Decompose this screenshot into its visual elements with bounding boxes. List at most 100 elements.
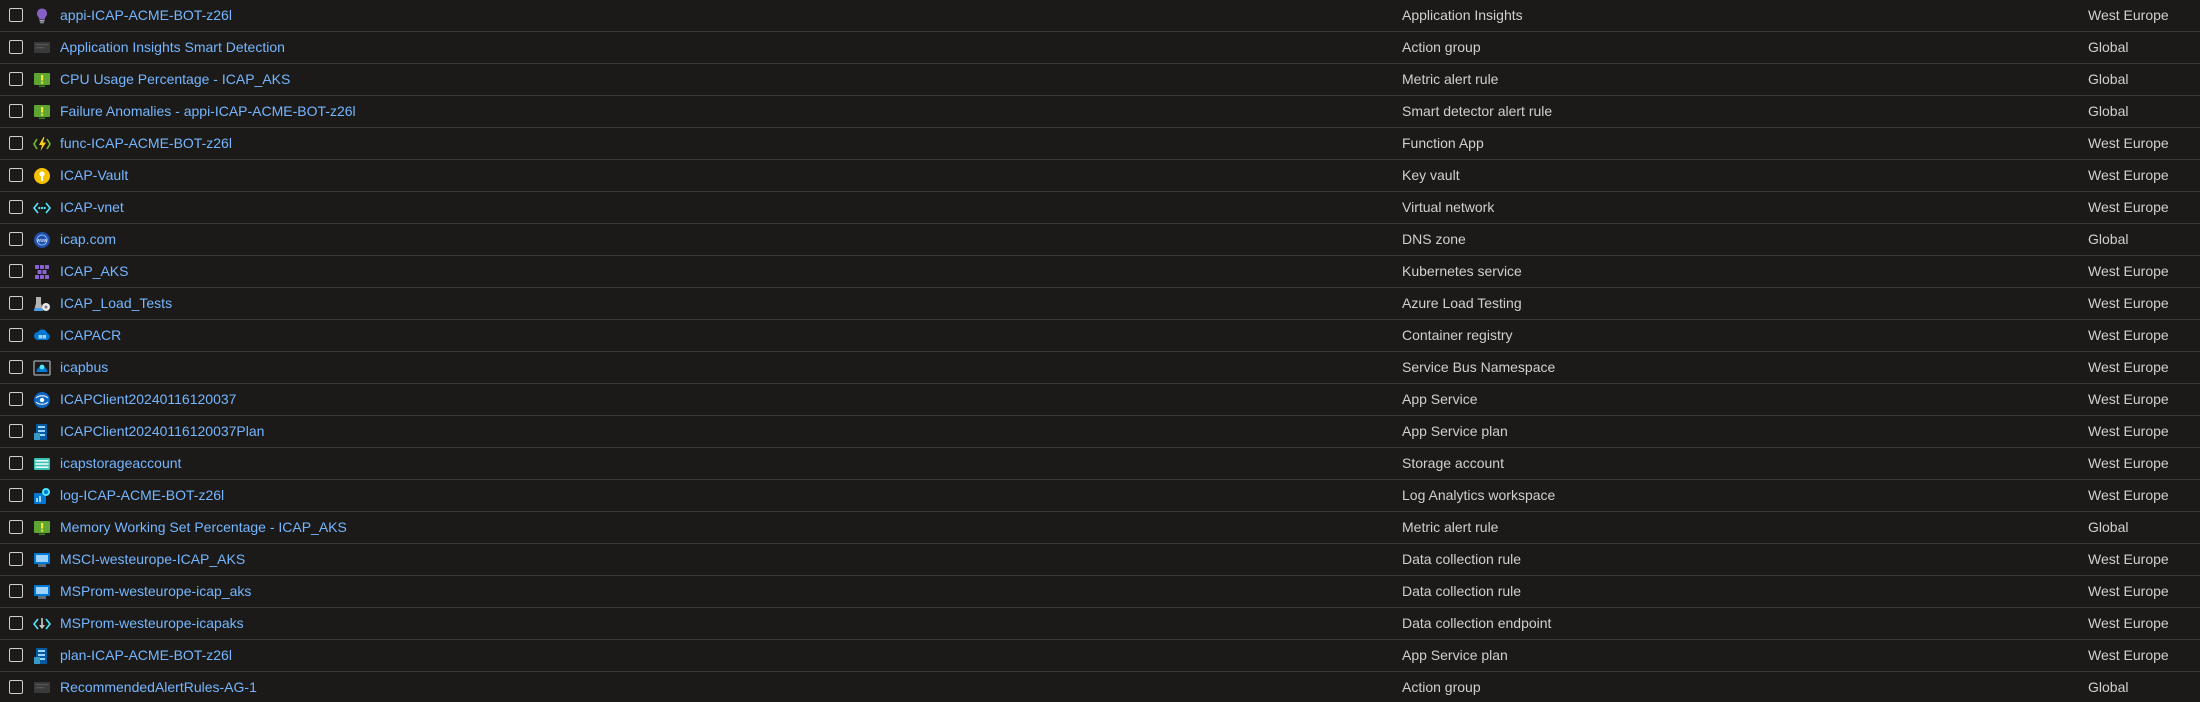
table-row[interactable]: ICAP-vnet Virtual network West Europe <box>0 192 2200 224</box>
resource-location: West Europe <box>2088 7 2169 23</box>
table-row[interactable]: icapbus Service Bus Namespace West Europe <box>0 352 2200 384</box>
table-row[interactable]: ICAPClient20240116120037 App Service West … <box>0 384 2200 416</box>
resource-location: West Europe <box>2088 455 2169 471</box>
row-select-checkbox[interactable] <box>9 8 23 22</box>
resource-location: West Europe <box>2088 135 2169 151</box>
resource-name-link[interactable]: ICAPClient20240116120037Plan <box>60 423 264 439</box>
resource-location: West Europe <box>2088 359 2169 375</box>
resource-name-link[interactable]: appi-ICAP-ACME-BOT-z26l <box>60 7 232 23</box>
resource-name-link[interactable]: plan-ICAP-ACME-BOT-z26l <box>60 647 232 663</box>
row-select-checkbox[interactable] <box>9 168 23 182</box>
resource-type: DNS zone <box>1402 231 1466 247</box>
resource-type: Storage account <box>1402 455 1504 471</box>
table-row[interactable]: MSProm-westeurope-icapaks Data collection… <box>0 608 2200 640</box>
resource-type: Function App <box>1402 135 1484 151</box>
resource-type: App Service plan <box>1402 423 1508 439</box>
row-select-checkbox[interactable] <box>9 488 23 502</box>
resource-name-link[interactable]: Application Insights Smart Detection <box>60 39 285 55</box>
table-row[interactable]: ICAP-Vault Key vault West Europe <box>0 160 2200 192</box>
row-select-checkbox[interactable] <box>9 72 23 86</box>
table-row[interactable]: appi-ICAP-ACME-BOT-z26l Application Insig… <box>0 0 2200 32</box>
resource-type: Data collection rule <box>1402 583 1522 599</box>
table-row[interactable]: MSCI-westeurope-ICAP_AKS Data collection … <box>0 544 2200 576</box>
service-bus-icon <box>33 359 51 377</box>
row-select-checkbox[interactable] <box>9 456 23 470</box>
row-select-checkbox[interactable] <box>9 264 23 278</box>
application-insights-icon <box>33 7 51 25</box>
resource-type: Kubernetes service <box>1402 263 1522 279</box>
table-row[interactable]: Failure Anomalies - appi-ICAP-ACME-BOT-z… <box>0 96 2200 128</box>
resource-location: West Europe <box>2088 167 2169 183</box>
table-row[interactable]: www icap.com DNS zone Global <box>0 224 2200 256</box>
resource-type: Smart detector alert rule <box>1402 103 1553 119</box>
row-select-checkbox[interactable] <box>9 40 23 54</box>
table-row[interactable]: icapstorageaccount Storage account West Eu… <box>0 448 2200 480</box>
table-row[interactable]: func-ICAP-ACME-BOT-z26l Function App West … <box>0 128 2200 160</box>
row-select-checkbox[interactable] <box>9 648 23 662</box>
row-select-checkbox[interactable] <box>9 296 23 310</box>
row-select-checkbox[interactable] <box>9 200 23 214</box>
key-vault-icon <box>33 167 51 185</box>
row-select-checkbox[interactable] <box>9 680 23 694</box>
app-service-plan-icon <box>33 647 51 665</box>
resource-type: Application Insights <box>1402 7 1523 23</box>
data-collection-endpoint-icon <box>32 615 52 633</box>
table-row[interactable]: ICAPClient20240116120037Plan App Service … <box>0 416 2200 448</box>
resource-location: Global <box>2088 519 2129 535</box>
resource-name-link[interactable]: icapbus <box>60 359 108 375</box>
action-group-icon <box>33 679 51 697</box>
resource-name-link[interactable]: ICAP_Load_Tests <box>60 295 172 311</box>
resource-name-link[interactable]: MSCI-westeurope-ICAP_AKS <box>60 551 245 567</box>
resource-name-link[interactable]: ICAP_AKS <box>60 263 128 279</box>
resource-name-link[interactable]: ICAP-Vault <box>60 167 128 183</box>
table-row[interactable]: Memory Working Set Percentage - ICAP_AKS… <box>0 512 2200 544</box>
resource-type: Metric alert rule <box>1402 71 1499 87</box>
resource-type: Data collection rule <box>1402 551 1522 567</box>
resource-name-link[interactable]: icap.com <box>60 231 116 247</box>
resource-name-link[interactable]: Memory Working Set Percentage - ICAP_AKS <box>60 519 347 535</box>
resource-name-link[interactable]: icapstorageaccount <box>60 455 181 471</box>
table-row[interactable]: RecommendedAlertRules-AG-1 Action group Gl… <box>0 672 2200 702</box>
resource-name-link[interactable]: RecommendedAlertRules-AG-1 <box>60 679 257 695</box>
table-row[interactable]: ICAP_AKS Kubernetes service West Europe <box>0 256 2200 288</box>
resource-name-link[interactable]: func-ICAP-ACME-BOT-z26l <box>60 135 232 151</box>
resource-location: Global <box>2088 679 2129 695</box>
row-select-checkbox[interactable] <box>9 392 23 406</box>
resource-name-link[interactable]: Failure Anomalies - appi-ICAP-ACME-BOT-z… <box>60 103 356 119</box>
resource-location: Global <box>2088 103 2129 119</box>
resource-location: West Europe <box>2088 391 2169 407</box>
row-select-checkbox[interactable] <box>9 552 23 566</box>
row-select-checkbox[interactable] <box>9 424 23 438</box>
row-select-checkbox[interactable] <box>9 616 23 630</box>
resource-grid: appi-ICAP-ACME-BOT-z26l Application Insig… <box>0 0 2200 702</box>
table-row[interactable]: ICAPACR Container registry West Europe <box>0 320 2200 352</box>
resource-name-link[interactable]: ICAPACR <box>60 327 121 343</box>
resource-name-link[interactable]: CPU Usage Percentage - ICAP_AKS <box>60 71 290 87</box>
resource-type: Azure Load Testing <box>1402 295 1522 311</box>
row-select-checkbox[interactable] <box>9 584 23 598</box>
row-select-checkbox[interactable] <box>9 360 23 374</box>
row-select-checkbox[interactable] <box>9 232 23 246</box>
resource-location: Global <box>2088 231 2129 247</box>
resource-location: West Europe <box>2088 583 2169 599</box>
function-app-icon <box>33 135 51 153</box>
row-select-checkbox[interactable] <box>9 328 23 342</box>
table-row[interactable]: Application Insights Smart Detection Acti… <box>0 32 2200 64</box>
log-analytics-icon <box>33 487 51 505</box>
table-row[interactable]: CPU Usage Percentage - ICAP_AKS Metric al… <box>0 64 2200 96</box>
resource-location: West Europe <box>2088 263 2169 279</box>
resource-name-link[interactable]: ICAP-vnet <box>60 199 124 215</box>
resource-type: Data collection endpoint <box>1402 615 1552 631</box>
table-row[interactable]: plan-ICAP-ACME-BOT-z26l App Service plan W… <box>0 640 2200 672</box>
row-select-checkbox[interactable] <box>9 104 23 118</box>
row-select-checkbox[interactable] <box>9 520 23 534</box>
resource-type: Metric alert rule <box>1402 519 1499 535</box>
resource-name-link[interactable]: MSProm-westeurope-icap_aks <box>60 583 251 599</box>
resource-name-link[interactable]: log-ICAP-ACME-BOT-z26l <box>60 487 224 503</box>
resource-name-link[interactable]: MSProm-westeurope-icapaks <box>60 615 244 631</box>
resource-name-link[interactable]: ICAPClient20240116120037 <box>60 391 236 407</box>
table-row[interactable]: MSProm-westeurope-icap_aks Data collectio… <box>0 576 2200 608</box>
table-row[interactable]: ICAP_Load_Tests Azure Load Testing West Eu… <box>0 288 2200 320</box>
table-row[interactable]: log-ICAP-ACME-BOT-z26l Log Analytics work… <box>0 480 2200 512</box>
row-select-checkbox[interactable] <box>9 136 23 150</box>
